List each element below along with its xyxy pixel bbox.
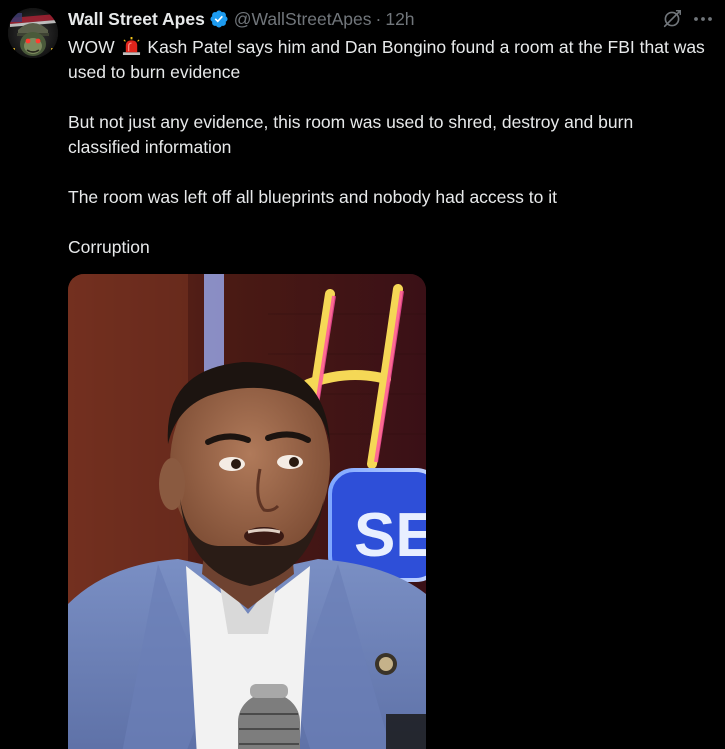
tweet-paragraph-3: The room was left off all blueprints and… [68,187,557,207]
header-separator: · [375,9,382,29]
tweet-media-video[interactable]: SE [68,274,426,749]
author-avatar[interactable] [8,8,58,58]
tweet-paragraph-2: But not just any evidence, this room was… [68,112,634,157]
tweet-text: WOW Kash Patel says him and Dan Bongino … [68,35,708,285]
tweet-paragraph-1: WOW Kash Patel says him and Dan Bongino … [68,35,708,85]
verified-badge-icon[interactable] [209,9,229,29]
author-display-name[interactable]: Wall Street Apes [68,7,205,31]
video-thumbnail-image: SE [68,274,426,749]
ape-helmet-avatar-icon [8,8,58,58]
siren-emoji-icon [122,37,140,56]
tweet-paragraph-4: Corruption [68,237,150,257]
grok-icon[interactable] [661,8,683,30]
author-handle[interactable]: @WallStreetApes [234,7,372,31]
tweet-timestamp[interactable]: 12h [385,7,414,31]
tweet-header: Wall Street Apes @WallStreetApes · 12h [68,7,415,31]
more-options-icon[interactable] [691,8,715,30]
tweet-text-headline: Kash Patel says him and Dan Bongino foun… [68,37,705,82]
tweet-text-prefix: WOW [68,37,115,57]
neon-sign-partial-text: SE [354,501,426,570]
